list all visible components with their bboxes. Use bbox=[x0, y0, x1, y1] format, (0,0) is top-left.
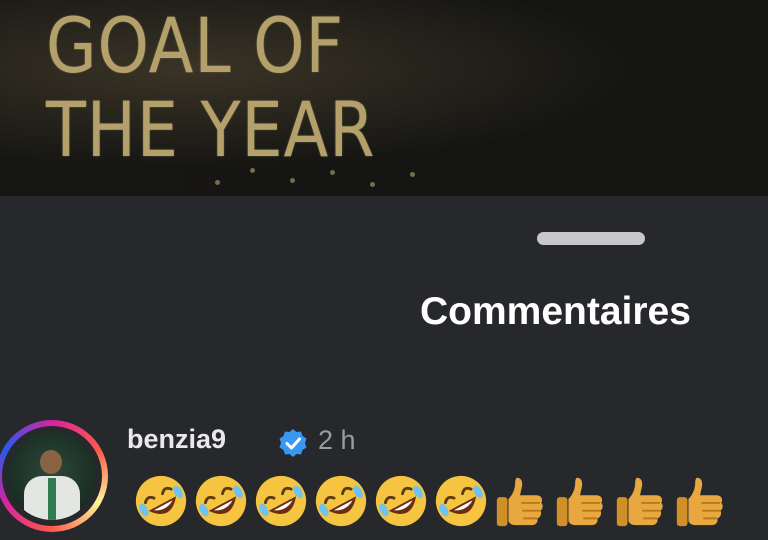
comments-sheet-title: Commentaires bbox=[420, 290, 691, 333]
banner-title-line1: GOAL OF bbox=[46, 1, 344, 90]
rolling-laughing-emoji-icon bbox=[255, 475, 307, 527]
thumbs-up-emoji-icon bbox=[556, 477, 603, 527]
thumbs-up-emoji-icon bbox=[496, 477, 543, 527]
thumbs-up-emoji-icon bbox=[676, 477, 723, 527]
avatar[interactable] bbox=[0, 420, 108, 532]
rolling-laughing-emoji-icon bbox=[435, 475, 487, 527]
video-banner: GOAL OF THE YEAR bbox=[0, 0, 768, 196]
rolling-laughing-emoji-icon bbox=[375, 475, 427, 527]
comment-text bbox=[132, 472, 730, 530]
sheet-drag-handle[interactable] bbox=[537, 232, 645, 245]
banner-title: GOAL OF THE YEAR bbox=[46, 4, 375, 172]
rolling-laughing-emoji-icon bbox=[315, 475, 367, 527]
verified-badge-icon bbox=[279, 429, 307, 457]
comment-username[interactable]: benzia9 bbox=[127, 424, 226, 455]
rolling-laughing-emoji-icon bbox=[135, 475, 187, 527]
thumbs-up-emoji-icon bbox=[616, 477, 663, 527]
banner-title-line2: THE YEAR bbox=[46, 85, 376, 174]
rolling-laughing-emoji-icon bbox=[195, 475, 247, 527]
avatar-image bbox=[8, 432, 96, 520]
comment-timestamp: 2 h bbox=[318, 425, 356, 455]
